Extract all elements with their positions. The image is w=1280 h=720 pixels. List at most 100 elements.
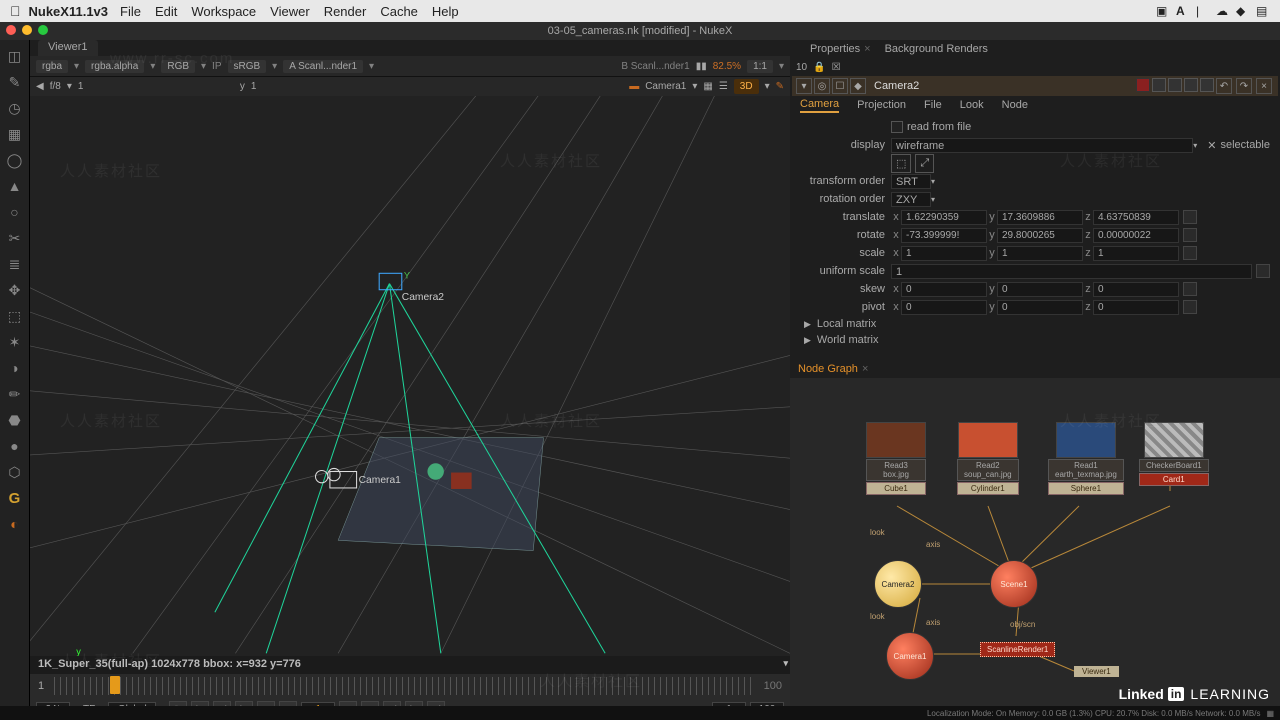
tool-star-icon[interactable]: ✶	[5, 332, 25, 352]
pivot-z[interactable]: 0	[1093, 300, 1179, 315]
gamma-val[interactable]: 1	[251, 81, 287, 92]
rotate-anim[interactable]	[1183, 228, 1197, 242]
node-graph[interactable]: look axis look axis obj/scn cam Read3box…	[790, 378, 1280, 720]
rotate-y[interactable]: 29.8000265	[997, 228, 1083, 243]
view-mode[interactable]: 3D	[734, 79, 759, 94]
subtab-camera[interactable]: Camera	[800, 98, 839, 113]
pivot-x[interactable]: 0	[901, 300, 987, 315]
skew-y[interactable]: 0	[997, 282, 1083, 297]
timeline[interactable]: 1 100	[30, 674, 790, 698]
tool-move-icon[interactable]: ✥	[5, 280, 25, 300]
scale-z[interactable]: 1	[1093, 246, 1179, 261]
uscale[interactable]: 1	[891, 264, 1252, 279]
tool-read-icon[interactable]: ◫	[5, 46, 25, 66]
status-icon[interactable]: ▦	[1266, 709, 1274, 718]
menu-viewer[interactable]: Viewer	[270, 4, 310, 19]
zoom-ratio[interactable]: 1:1	[747, 60, 773, 73]
node-icon[interactable]	[1152, 78, 1166, 92]
tool-channel-icon[interactable]: ▦	[5, 124, 25, 144]
tool-pencil-icon[interactable]: ✎	[5, 72, 25, 92]
tray-icon[interactable]: ▣	[1156, 4, 1170, 18]
tool-3d-icon[interactable]: ⬚	[5, 306, 25, 326]
read-file-checkbox[interactable]	[891, 121, 903, 133]
menu-file[interactable]: File	[120, 4, 141, 19]
translate-y[interactable]: 17.3609886	[997, 210, 1083, 225]
skew-x[interactable]: 0	[901, 282, 987, 297]
minimize-window[interactable]	[22, 25, 32, 35]
3d-viewport[interactable]: Camera2 Y Camera1 y z x	[30, 96, 790, 656]
tool-data-icon[interactable]: ◑	[5, 358, 25, 378]
rotate-z[interactable]: 0.00000022	[1093, 228, 1179, 243]
node-scanline[interactable]: ScanlineRender1	[980, 642, 1055, 657]
lock-node-icon[interactable]: ☐	[832, 78, 848, 94]
scale-y[interactable]: 1	[997, 246, 1083, 261]
rotate-x[interactable]: -73.399999!	[901, 228, 987, 243]
menu-cache[interactable]: Cache	[380, 4, 418, 19]
tool-graph-icon[interactable]: ▲	[5, 176, 25, 196]
translate-z[interactable]: 4.63750839	[1093, 210, 1179, 225]
node-read2[interactable]: Read2soup_can.jpgCylinder1	[957, 422, 1019, 495]
tool-ellipse-icon[interactable]: ○	[5, 202, 25, 222]
fstop[interactable]: f/8	[50, 81, 61, 92]
tool-scalpel-icon[interactable]: ✂	[5, 228, 25, 248]
tool-clock-icon[interactable]: ◷	[5, 98, 25, 118]
scale-x[interactable]: 1	[901, 246, 987, 261]
subtab-projection[interactable]: Projection	[857, 99, 906, 111]
tab-bgrenders[interactable]: Background Renders	[885, 43, 988, 55]
skew-z[interactable]: 0	[1093, 282, 1179, 297]
tab-nodegraph[interactable]: Node Graph	[798, 363, 858, 375]
tool-layers-icon[interactable]: ≣	[5, 254, 25, 274]
input-b[interactable]: B Scanl...nder1	[621, 61, 689, 72]
channel-select[interactable]: rgba	[36, 60, 68, 73]
tool-brush-icon[interactable]: ✏	[5, 384, 25, 404]
info-dropdown[interactable]: ▾	[783, 658, 788, 669]
menu-render[interactable]: Render	[324, 4, 367, 19]
tool-blob-icon[interactable]: ●	[5, 436, 25, 456]
node-scene1[interactable]: Scene1	[990, 560, 1038, 608]
pause-icon[interactable]: ▮▮	[696, 61, 707, 72]
tool-g-icon[interactable]: G	[5, 488, 25, 508]
dropdown-icon[interactable]: ◆	[1236, 4, 1250, 18]
node-viewer1[interactable]: Viewer1	[1074, 666, 1119, 677]
tool-person-icon[interactable]: ◐	[5, 514, 25, 534]
node-camera2[interactable]: Camera2	[874, 560, 922, 608]
close-window[interactable]	[6, 25, 16, 35]
world-matrix[interactable]: World matrix	[817, 334, 879, 346]
clip-icon[interactable]: ▬	[629, 81, 639, 92]
translate-x[interactable]: 1.62290359	[901, 210, 987, 225]
playhead[interactable]	[110, 676, 120, 694]
prev-frame-icon[interactable]: ◀	[36, 81, 44, 92]
lock-icon[interactable]: 🔒	[813, 62, 825, 73]
close-node-icon[interactable]: ×	[1256, 78, 1272, 94]
apple-icon[interactable]: 	[10, 3, 21, 19]
list-icon[interactable]: ☰	[719, 81, 728, 92]
pivot-y[interactable]: 0	[997, 300, 1083, 315]
expand-icon[interactable]: ▾	[796, 78, 812, 94]
tool-tag-icon[interactable]: ⬣	[5, 410, 25, 430]
node-camera1[interactable]: Camera1	[886, 632, 934, 680]
fit-icon[interactable]: ⤢	[915, 154, 934, 173]
tool-hex-icon[interactable]: ⬡	[5, 462, 25, 482]
fstop-val[interactable]: 1	[78, 81, 114, 92]
color-swatch[interactable]	[1136, 78, 1150, 92]
subtab-look[interactable]: Look	[960, 99, 984, 111]
panel-count[interactable]: 10	[796, 62, 807, 73]
zoom-value[interactable]: 82.5%	[713, 61, 741, 72]
node-read1[interactable]: Read1earth_texmap.jpgSphere1	[1048, 422, 1124, 495]
trash-icon[interactable]: ☒	[832, 62, 841, 73]
display-select[interactable]: wireframe	[891, 138, 1193, 153]
cloud-icon[interactable]: ☁	[1216, 4, 1230, 18]
rot-order[interactable]: ZXY	[891, 192, 931, 207]
node-name[interactable]: Camera2	[874, 80, 919, 92]
snap-icon[interactable]: ⬚	[891, 154, 911, 173]
redo-icon[interactable]: ↷	[1236, 78, 1252, 94]
camera-select[interactable]: Camera1	[645, 81, 686, 92]
tab-properties[interactable]: Properties	[810, 43, 860, 55]
alpha-select[interactable]: rgba.alpha	[85, 60, 144, 73]
input-a[interactable]: A Scanl...nder1	[283, 60, 363, 73]
focus-icon[interactable]: ◆	[850, 78, 866, 94]
tool-circle-icon[interactable]: ◯	[5, 150, 25, 170]
node-checker[interactable]: CheckerBoard1Card1	[1139, 422, 1209, 486]
subtab-file[interactable]: File	[924, 99, 942, 111]
pencil-icon[interactable]: ✎	[776, 81, 784, 92]
